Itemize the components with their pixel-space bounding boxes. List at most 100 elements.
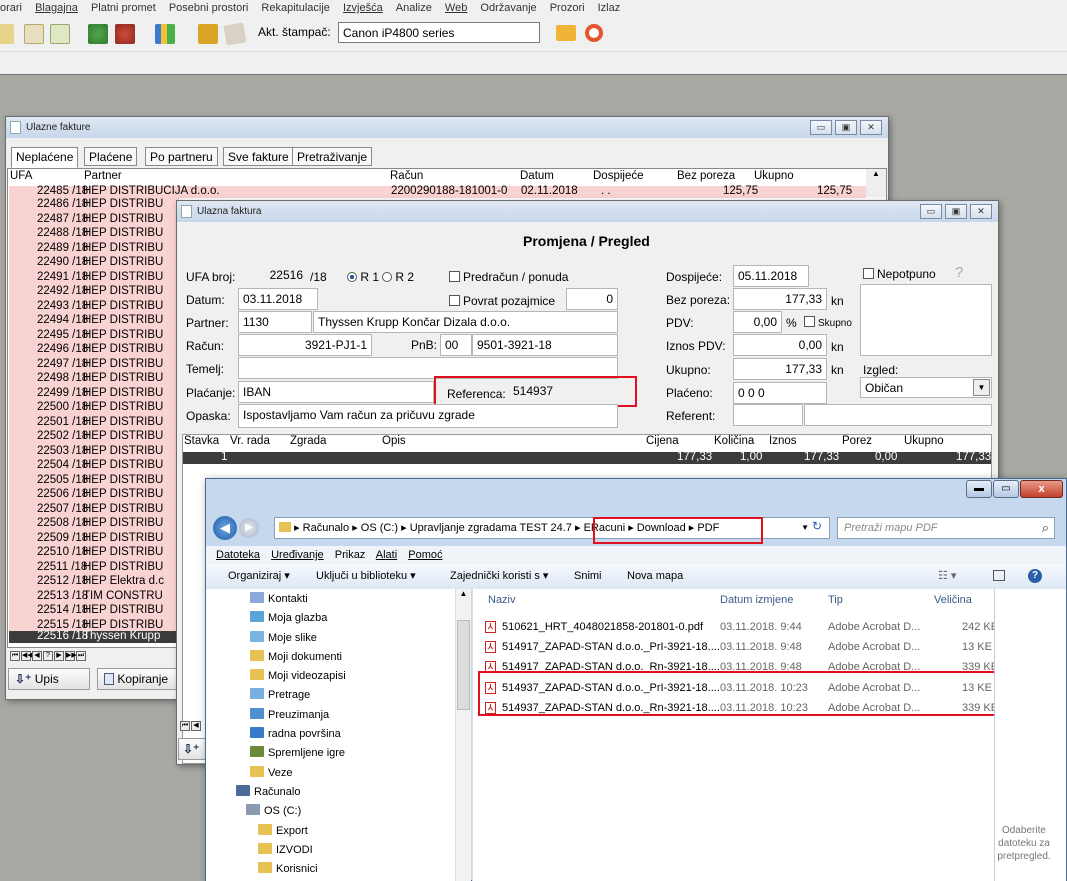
table-row[interactable]: 22506 /18 HEP DISTRIBU	[9, 488, 179, 503]
col-header[interactable]: Ukupno	[754, 170, 794, 183]
tree-item[interactable]: Veze	[250, 764, 471, 783]
search-icon[interactable]: ⌕	[1042, 520, 1049, 536]
referent-field[interactable]	[733, 404, 803, 426]
col-header[interactable]: UFA	[10, 170, 32, 183]
tab-pretrazivanje[interactable]: Pretraživanje	[292, 147, 373, 166]
col-header[interactable]: Stavka	[184, 435, 219, 448]
menu-item[interactable]: Uređivanje	[271, 549, 324, 561]
tree-item[interactable]: radna površina	[250, 725, 471, 744]
tree-item[interactable]: Moja glazba	[250, 609, 471, 628]
tab-neplacene[interactable]: Neplaćene	[11, 147, 79, 168]
table-row[interactable]: 22503 /18 HEP DISTRIBU	[9, 445, 179, 460]
tab-sve-fakture[interactable]: Sve fakture	[223, 147, 294, 166]
table-row[interactable]: 22488 /18 HEP DISTRIBU	[9, 227, 179, 242]
tree-item[interactable]: OS (C:)	[246, 802, 471, 821]
table-row[interactable]: 22499 /18 HEP DISTRIBU	[9, 387, 179, 402]
file-row[interactable]: ⅄ 514937_ZAPAD-STAN d.o.o._Rn-3921-18....…	[472, 698, 998, 718]
table-row[interactable]: 22485 /18 HEP DISTRIBUCIJA d.o.o. 220029…	[9, 185, 866, 198]
tree-item[interactable]: Moje slike	[250, 629, 471, 648]
include-library-button[interactable]: Uključi u biblioteku ▾	[316, 564, 416, 588]
temelj-field[interactable]	[238, 357, 618, 379]
referenca-field[interactable]: 514937	[509, 381, 627, 401]
view-options-icon[interactable]: ☷ ▾	[938, 564, 956, 588]
maximize-button[interactable]: ▭	[993, 480, 1019, 498]
table-row[interactable]: 22497 /18 HEP DISTRIBU	[9, 358, 179, 373]
notepad-icon[interactable]	[223, 22, 247, 46]
organize-button[interactable]: Organiziraj ▾	[228, 564, 290, 588]
record-navigator[interactable]: ⏮ ◀	[180, 718, 208, 731]
record-navigator[interactable]: ⏮ ◀◀ ◀? ▶ ▶▶⏭	[10, 648, 180, 661]
col-header[interactable]: Opis	[382, 435, 406, 448]
minimize-button[interactable]: ▭	[920, 204, 942, 219]
r2-radio[interactable]: R 2	[382, 270, 414, 284]
tree-item[interactable]: Kontakti	[250, 590, 471, 609]
tree-item[interactable]: Spremljene igre	[250, 744, 471, 763]
ukupno-field[interactable]: 177,33	[733, 358, 827, 380]
upload-icon[interactable]	[115, 24, 135, 44]
skupno-checkbox[interactable]: Skupno	[804, 316, 852, 329]
predracun-checkbox[interactable]: Predračun / ponuda	[449, 270, 568, 284]
table-row[interactable]: 22486 /18 HEP DISTRIBU	[9, 198, 179, 213]
col-header[interactable]: Dospijeće	[593, 170, 644, 183]
table-row[interactable]: 22510 /18 HEP DISTRIBU	[9, 546, 179, 561]
table-row-selected[interactable]: 1 177,33 1,00 177,33 0,00 177,33	[183, 451, 991, 464]
notes-box[interactable]	[860, 284, 992, 356]
table-row[interactable]: 22492 /18 HEP DISTRIBU	[9, 285, 179, 300]
file-row[interactable]: ⅄ 514917_ZAPAD-STAN d.o.o._PrI-3921-18...…	[472, 637, 994, 657]
maximize-button[interactable]: ▣	[835, 120, 857, 135]
menu-item[interactable]: Platni promet	[91, 0, 156, 16]
close-button[interactable]: x	[1020, 480, 1063, 498]
help-icon[interactable]: ?	[1028, 569, 1042, 583]
tree-item[interactable]: IZVODI	[258, 841, 471, 860]
table-row[interactable]: 22496 /18 HEP DISTRIBU	[9, 343, 179, 358]
table-row[interactable]: 22490 /18 HEP DISTRIBU	[9, 256, 179, 271]
racun-field[interactable]: 3921-PJ1-1	[238, 334, 372, 356]
minimize-button[interactable]: ▬	[966, 480, 992, 498]
search-input[interactable]: Pretraži mapu PDF ⌕	[837, 517, 1055, 539]
menu-item[interactable]: Rekapitulacije	[261, 0, 329, 16]
col-header[interactable]: Datum izmjene	[720, 589, 793, 611]
menu-item[interactable]: Alati	[376, 549, 397, 561]
povrat-checkbox[interactable]: Povrat pozajmice	[449, 294, 555, 308]
file-row[interactable]: ⅄ 514917_ZAPAD-STAN d.o.o._Rn-3921-18....…	[472, 657, 998, 677]
col-header[interactable]: Količina	[714, 435, 754, 448]
col-header[interactable]: Ukupno	[904, 435, 944, 448]
menu-item[interactable]: Prikaz	[335, 549, 366, 561]
forward-button[interactable]: ▶	[239, 518, 259, 538]
menu-item[interactable]: Analize	[396, 0, 432, 16]
tab-po-partneru[interactable]: Po partneru	[145, 147, 218, 166]
pnb-model-field[interactable]: 00	[440, 334, 472, 356]
upis-button[interactable]: ⇩⁺ Upis	[8, 668, 90, 690]
ufa-number-field[interactable]: 22516	[238, 265, 307, 285]
opaska-field[interactable]: Ispostavljamo Vam račun za pričuvu zgrad…	[238, 404, 618, 428]
table-row[interactable]: 22513 /18 TIM CONSTRU	[9, 590, 179, 605]
new-folder-button[interactable]: Nova mapa	[627, 564, 683, 588]
table-row[interactable]: 22493 /18 HEP DISTRIBU	[9, 300, 179, 315]
placeno-field[interactable]: 0 0 0	[733, 382, 827, 404]
col-header[interactable]: Veličina	[934, 589, 972, 611]
partner-code-field[interactable]: 1130	[238, 311, 312, 333]
col-header[interactable]: Bez poreza	[677, 170, 735, 183]
breadcrumb[interactable]: PDF	[697, 522, 719, 534]
download-icon[interactable]	[88, 24, 108, 44]
breadcrumb[interactable]: Download	[637, 522, 686, 534]
menu-item[interactable]: Posebni prostori	[169, 0, 249, 16]
nepotpuno-checkbox[interactable]: Nepotpuno	[863, 267, 936, 281]
document-icon[interactable]	[50, 24, 70, 44]
burn-button[interactable]: Snimi	[574, 564, 602, 588]
menu-item[interactable]: Datoteka	[216, 549, 260, 561]
pnb-field[interactable]: 9501-3921-18	[472, 334, 618, 356]
table-row[interactable]: 22507 /18 HEP DISTRIBU	[9, 503, 179, 518]
help-icon[interactable]: ?	[955, 264, 963, 281]
menu-item[interactable]: orari	[0, 0, 22, 16]
close-button[interactable]: ✕	[970, 204, 992, 219]
menu-item[interactable]: Izvješća	[343, 0, 383, 16]
table-row[interactable]: 22495 /18 HEP DISTRIBU	[9, 329, 179, 344]
povrat-field[interactable]: 0	[566, 288, 618, 310]
chart-icon[interactable]	[155, 24, 175, 44]
table-row[interactable]: 22502 /18 HEP DISTRIBU	[9, 430, 179, 445]
col-header[interactable]: Datum	[520, 170, 554, 183]
table-row[interactable]: 22505 /18 HEP DISTRIBU	[9, 474, 179, 489]
table-row[interactable]: 22509 /18 HEP DISTRIBU	[9, 532, 179, 547]
col-header[interactable]: Vr. rada	[230, 435, 270, 448]
